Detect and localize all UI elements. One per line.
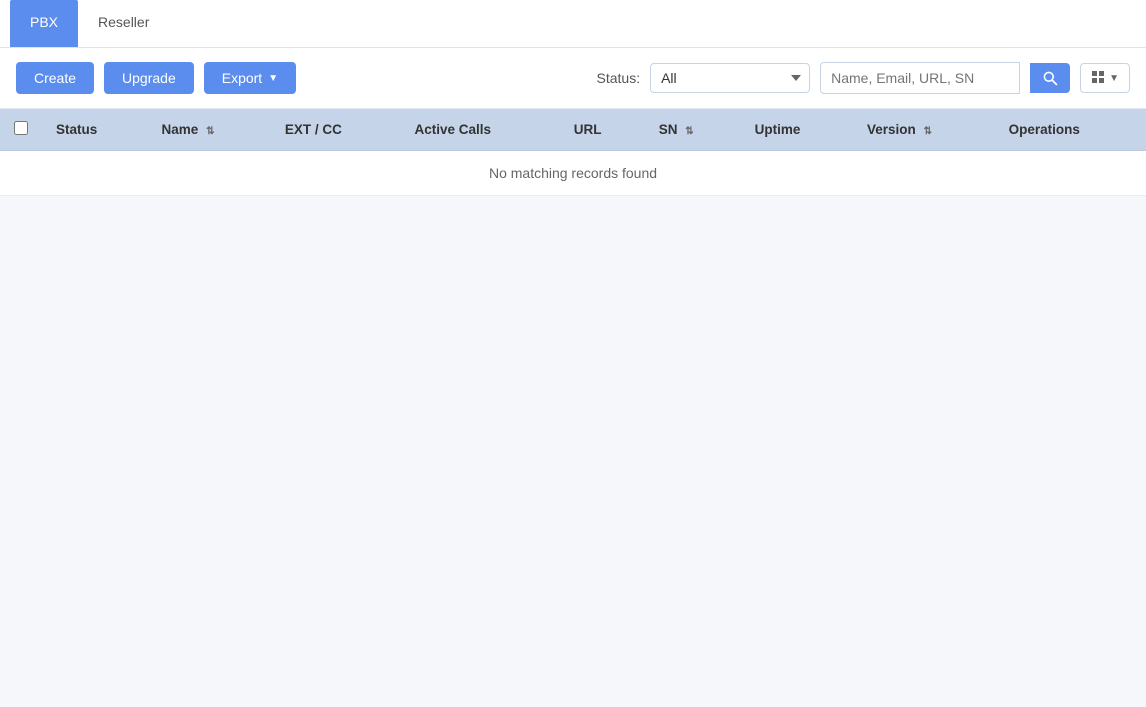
tab-bar: PBX Reseller	[0, 0, 1146, 48]
sort-version-icon: ⇅	[924, 126, 932, 137]
table-header: Status Name ⇅ EXT / CC Active Calls URL …	[0, 109, 1146, 151]
col-uptime: Uptime	[741, 109, 853, 151]
create-button-wrap: Create	[16, 62, 94, 94]
status-select[interactable]: All Online Offline	[650, 63, 810, 93]
col-version[interactable]: Version ⇅	[853, 109, 995, 151]
col-ext-cc: EXT / CC	[271, 109, 401, 151]
grid-icon	[1091, 70, 1107, 86]
select-all-col	[0, 109, 42, 151]
empty-message: No matching records found	[0, 151, 1146, 196]
table-body: No matching records found	[0, 151, 1146, 196]
col-sn[interactable]: SN ⇅	[645, 109, 741, 151]
export-label: Export	[222, 70, 262, 86]
grid-dropdown-icon: ▼	[1109, 73, 1119, 84]
col-url: URL	[560, 109, 645, 151]
tab-pbx[interactable]: PBX	[10, 0, 78, 47]
status-label: Status:	[597, 70, 641, 86]
upgrade-button[interactable]: Upgrade	[104, 62, 194, 94]
sort-sn-icon: ⇅	[685, 126, 693, 137]
toolbar: Create Upgrade Export ▼ Status: All Onli…	[0, 48, 1146, 109]
empty-row: No matching records found	[0, 151, 1146, 196]
search-input[interactable]	[820, 62, 1020, 94]
records-table: Status Name ⇅ EXT / CC Active Calls URL …	[0, 109, 1146, 196]
col-status: Status	[42, 109, 148, 151]
export-arrow-icon: ▼	[268, 73, 278, 84]
col-name[interactable]: Name ⇅	[148, 109, 271, 151]
sort-name-icon: ⇅	[206, 126, 214, 137]
toolbar-right: Status: All Online Offline ▼	[597, 62, 1131, 94]
search-button[interactable]	[1030, 63, 1070, 93]
grid-view-button[interactable]: ▼	[1080, 63, 1130, 93]
select-all-checkbox[interactable]	[14, 121, 28, 135]
col-active-calls: Active Calls	[400, 109, 559, 151]
export-button[interactable]: Export ▼	[204, 62, 296, 94]
search-icon	[1042, 70, 1058, 86]
table-container: Status Name ⇅ EXT / CC Active Calls URL …	[0, 109, 1146, 196]
create-button[interactable]: Create	[16, 62, 94, 94]
tab-reseller[interactable]: Reseller	[78, 0, 169, 47]
col-operations: Operations	[995, 109, 1146, 151]
